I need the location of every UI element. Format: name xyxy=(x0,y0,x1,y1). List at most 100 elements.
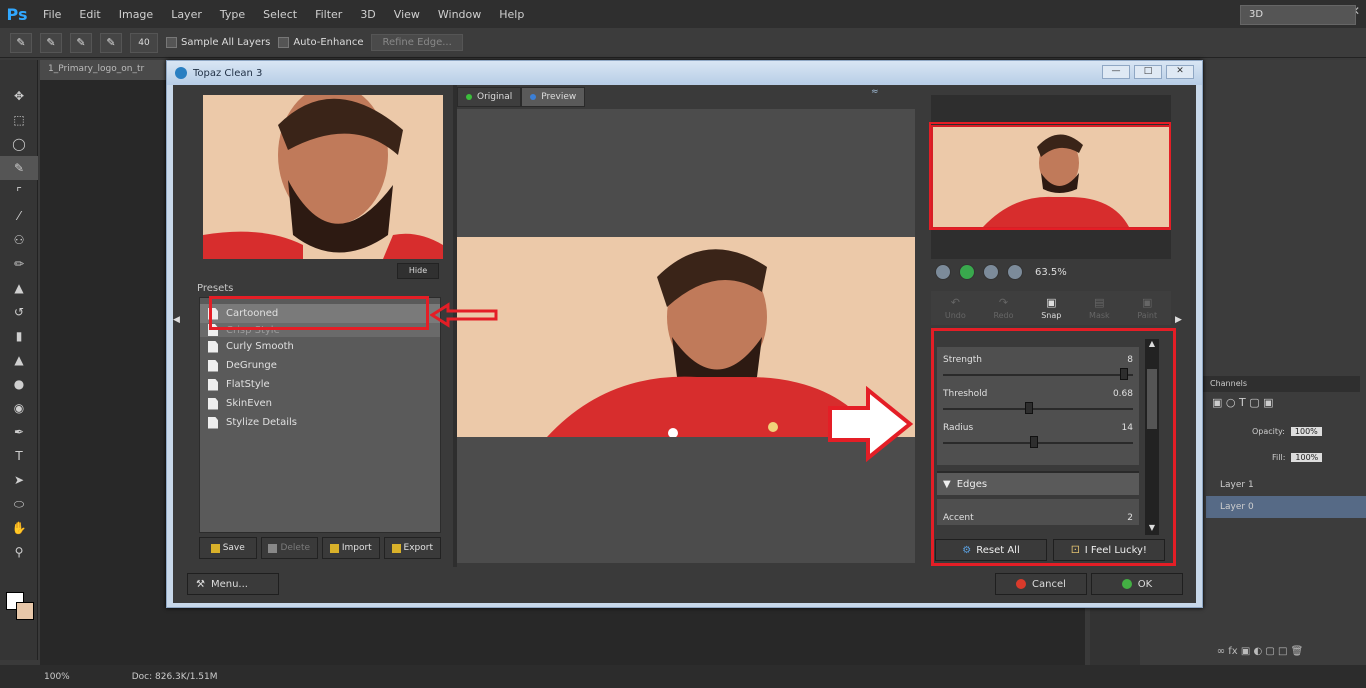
presets-label: Presets xyxy=(197,283,234,294)
redo-icon: ↷ xyxy=(998,296,1009,309)
topaz-app-icon xyxy=(175,67,187,79)
subtract-selection-icon[interactable]: ✎ xyxy=(100,32,122,53)
quick-selection-tool-icon[interactable]: ✎ xyxy=(0,156,38,180)
save-preset-button[interactable]: Save xyxy=(199,537,257,559)
type-tool-icon[interactable]: T xyxy=(0,444,38,468)
fill-input[interactable]: 100% xyxy=(1291,452,1323,462)
menu-filter[interactable]: Filter xyxy=(306,8,351,21)
annotation-highlight-preset xyxy=(209,296,429,330)
preset-label: DeGrunge xyxy=(226,360,277,371)
fill-control[interactable]: Fill: 100% xyxy=(1272,450,1354,464)
cancel-button[interactable]: Cancel xyxy=(995,573,1087,595)
original-dot-icon xyxy=(466,94,472,100)
gradient-tool-icon[interactable]: ▲ xyxy=(0,348,38,372)
view-tabs: Original Preview xyxy=(457,87,597,107)
menu-3d[interactable]: 3D xyxy=(351,8,384,21)
hand-tool-icon[interactable]: ✋ xyxy=(0,516,38,540)
lasso-tool-icon[interactable]: ◯ xyxy=(0,132,38,156)
menu-view[interactable]: View xyxy=(385,8,429,21)
undo-icon: ↶ xyxy=(950,296,960,309)
preset-item-degrunge[interactable]: DeGrunge xyxy=(200,356,440,375)
preset-item-skineven[interactable]: SkinEven xyxy=(200,394,440,413)
shape-tool-icon[interactable]: ⬭ xyxy=(0,492,38,516)
import-preset-button[interactable]: Import xyxy=(322,537,380,559)
background-color-swatch[interactable] xyxy=(16,602,34,620)
mask-button[interactable]: ▤ Mask xyxy=(1089,296,1110,320)
layer-filter-icons[interactable]: ▣ ○ T ▢ ▣ xyxy=(1200,396,1360,416)
photoshop-logo: Ps xyxy=(6,4,28,24)
menu-image[interactable]: Image xyxy=(110,8,162,21)
zoom-fit-icon[interactable] xyxy=(983,264,999,280)
marquee-tool-icon[interactable]: ⬚ xyxy=(0,108,38,132)
export-label: Export xyxy=(403,543,433,553)
menu-button[interactable]: ⚒ Menu... xyxy=(187,573,279,595)
document-tab[interactable]: 1_Primary_logo_on_tr xyxy=(40,60,170,80)
hide-button[interactable]: Hide xyxy=(397,263,439,279)
right-collapse-icon[interactable]: ▶ xyxy=(1175,315,1183,335)
menu-file[interactable]: File xyxy=(34,8,70,21)
menu-layer[interactable]: Layer xyxy=(162,8,211,21)
menu-type[interactable]: Type xyxy=(211,8,254,21)
history-brush-tool-icon[interactable]: ↺ xyxy=(0,300,38,324)
add-selection-icon[interactable]: ✎ xyxy=(70,32,92,53)
preview-area[interactable] xyxy=(457,109,915,563)
menu-select[interactable]: Select xyxy=(254,8,306,21)
redo-label: Redo xyxy=(993,311,1014,320)
brush-preset-icon[interactable]: ✎ xyxy=(10,32,32,53)
auto-enhance-checkbox[interactable]: Auto-Enhance xyxy=(278,37,363,48)
path-selection-tool-icon[interactable]: ➤ xyxy=(0,468,38,492)
ok-button[interactable]: OK xyxy=(1091,573,1183,595)
preset-item-stylize-details[interactable]: Stylize Details xyxy=(200,413,440,432)
minimize-icon[interactable]: — xyxy=(1102,65,1130,79)
redo-button[interactable]: ↷ Redo xyxy=(993,296,1013,320)
ps-menubar: Ps File Edit Image Layer Type Select Fil… xyxy=(0,0,1366,28)
new-selection-icon[interactable]: ✎ xyxy=(40,32,62,53)
tab-channels[interactable]: Channels xyxy=(1200,376,1360,392)
preset-item-flatstyle[interactable]: FlatStyle xyxy=(200,375,440,394)
sample-all-layers-checkbox[interactable]: Sample All Layers xyxy=(166,37,270,48)
layer-row[interactable]: Layer 0 xyxy=(1206,496,1366,518)
maximize-icon[interactable]: □ xyxy=(1134,65,1162,79)
export-preset-button[interactable]: Export xyxy=(383,537,441,559)
blur-tool-icon[interactable]: ● xyxy=(0,372,38,396)
brush-size-picker[interactable]: 40 xyxy=(130,32,158,53)
layer-row[interactable]: Layer 1 xyxy=(1206,474,1366,496)
workspace-select[interactable]: 3D xyxy=(1240,5,1356,25)
tab-preview-label: Preview xyxy=(541,92,577,102)
zoom-out-icon[interactable] xyxy=(935,264,951,280)
tab-original[interactable]: Original xyxy=(457,87,522,107)
brush-tool-icon[interactable]: ✏ xyxy=(0,252,38,276)
snap-button[interactable]: ▣ Snap xyxy=(1041,296,1061,320)
crop-tool-icon[interactable]: ⌜ xyxy=(0,180,38,204)
dodge-tool-icon[interactable]: ◉ xyxy=(0,396,38,420)
auto-enhance-label: Auto-Enhance xyxy=(293,37,364,48)
delete-preset-button[interactable]: Delete xyxy=(260,537,318,559)
preset-item-curly-smooth[interactable]: Curly Smooth xyxy=(200,337,440,356)
stamp-tool-icon[interactable]: ▲ xyxy=(0,276,38,300)
opacity-input[interactable]: 100% xyxy=(1290,426,1322,436)
move-tool-icon[interactable]: ✥ xyxy=(0,84,38,108)
menu-window[interactable]: Window xyxy=(429,8,490,21)
zoom-level[interactable]: 100% xyxy=(0,672,82,682)
menu-edit[interactable]: Edit xyxy=(70,8,109,21)
close-icon[interactable]: ✕ xyxy=(1166,65,1194,79)
paint-button[interactable]: ▣ Paint xyxy=(1137,296,1157,320)
cancel-label: Cancel xyxy=(1032,578,1066,590)
annotation-highlight-params xyxy=(931,328,1176,566)
eraser-tool-icon[interactable]: ▮ xyxy=(0,324,38,348)
undo-button[interactable]: ↶ Undo xyxy=(945,296,966,320)
refine-edge-button[interactable]: Refine Edge... xyxy=(371,34,463,51)
left-collapse-icon[interactable]: ◀ xyxy=(173,315,181,335)
pen-tool-icon[interactable]: ✒ xyxy=(0,420,38,444)
eyedropper-tool-icon[interactable]: ⁄ xyxy=(0,204,38,228)
layer-actions[interactable]: ∞ fx ▣ ◐ ▢ □ 🗑 xyxy=(1160,646,1360,662)
zoom-in-icon[interactable] xyxy=(959,264,975,280)
zoom-actual-icon[interactable] xyxy=(1007,264,1023,280)
edit-tools: ↶ Undo ↷ Redo ▣ Snap ▤ Mask ▣ Paint xyxy=(931,291,1171,325)
zoom-tool-icon[interactable]: ⚲ xyxy=(0,540,38,564)
opacity-control[interactable]: Opacity: 100% xyxy=(1252,424,1352,438)
export-icon xyxy=(391,543,401,553)
menu-help[interactable]: Help xyxy=(490,8,533,21)
healing-brush-tool-icon[interactable]: ⚇ xyxy=(0,228,38,252)
tab-preview[interactable]: Preview xyxy=(521,87,586,107)
